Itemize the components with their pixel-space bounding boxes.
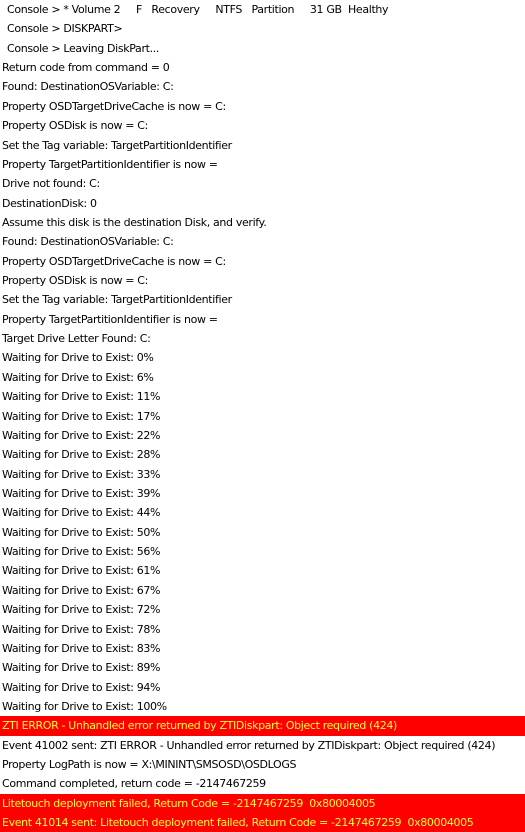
log-line: Target Drive Letter Found: C: <box>2 332 151 346</box>
log-line: Property OSDisk is now = C: <box>2 274 148 288</box>
log-line: Property TargetPartitionIdentifier is no… <box>2 157 218 171</box>
log-line: Waiting for Drive to Exist: 28% <box>2 448 161 462</box>
log-line: Drive not found: C: <box>2 177 100 191</box>
log-line: Property OSDisk is now = C: <box>2 119 148 133</box>
deployment-log: Console > * Volume 2 F Recovery NTFS Par… <box>0 0 525 832</box>
log-line: Waiting for Drive to Exist: 44% <box>2 506 161 520</box>
log-line: Property OSDTargetDriveCache is now = C: <box>2 99 226 113</box>
log-line: Waiting for Drive to Exist: 89% <box>2 661 161 675</box>
log-line: Set the Tag variable: TargetPartitionIde… <box>2 138 232 152</box>
log-line: Waiting for Drive to Exist: 0% <box>2 351 154 365</box>
log-line: Event 41002 sent: ZTI ERROR - Unhandled … <box>2 738 496 752</box>
log-line: Waiting for Drive to Exist: 61% <box>2 564 161 578</box>
log-line: Waiting for Drive to Exist: 22% <box>2 428 161 442</box>
log-line: Waiting for Drive to Exist: 83% <box>2 641 161 655</box>
log-line: Waiting for Drive to Exist: 17% <box>2 409 161 423</box>
log-line: Waiting for Drive to Exist: 6% <box>2 370 154 384</box>
log-line: Assume this disk is the destination Disk… <box>2 215 267 229</box>
log-line: Waiting for Drive to Exist: 67% <box>2 583 161 597</box>
log-line: Waiting for Drive to Exist: 72% <box>2 603 161 617</box>
log-line: Property TargetPartitionIdentifier is no… <box>2 312 218 326</box>
log-line: Waiting for Drive to Exist: 100% <box>2 699 167 713</box>
log-line-console: Console > * Volume 2 F Recovery NTFS Par… <box>7 3 389 16</box>
log-line: Property LogPath is now = X:\MININT\SMSO… <box>2 758 297 772</box>
log-line: Set the Tag variable: TargetPartitionIde… <box>2 293 232 307</box>
log-line-error: ZTI ERROR - Unhandled error returned by … <box>0 716 525 736</box>
log-line: Waiting for Drive to Exist: 39% <box>2 486 161 500</box>
log-line: Waiting for Drive to Exist: 56% <box>2 545 161 559</box>
log-line: Waiting for Drive to Exist: 94% <box>2 680 161 694</box>
log-line: DestinationDisk: 0 <box>2 196 97 210</box>
log-line: Command completed, return code = -214746… <box>2 777 266 791</box>
log-line-console: Console > DISKPART> <box>7 22 123 36</box>
log-line: Waiting for Drive to Exist: 33% <box>2 467 161 481</box>
log-line: Waiting for Drive to Exist: 11% <box>2 390 161 404</box>
log-line-error: Event 41014 sent: Litetouch deployment f… <box>0 813 525 832</box>
log-line: Property OSDTargetDriveCache is now = C: <box>2 254 226 268</box>
log-line: Found: DestinationOSVariable: C: <box>2 235 174 249</box>
log-line-console: Console > Leaving DiskPart... <box>7 41 160 55</box>
log-line: Waiting for Drive to Exist: 78% <box>2 622 161 636</box>
log-line: Return code from command = 0 <box>2 61 170 75</box>
log-line-error: Litetouch deployment failed, Return Code… <box>0 793 525 814</box>
log-line: Waiting for Drive to Exist: 50% <box>2 525 161 539</box>
log-line: Found: DestinationOSVariable: C: <box>2 80 174 94</box>
